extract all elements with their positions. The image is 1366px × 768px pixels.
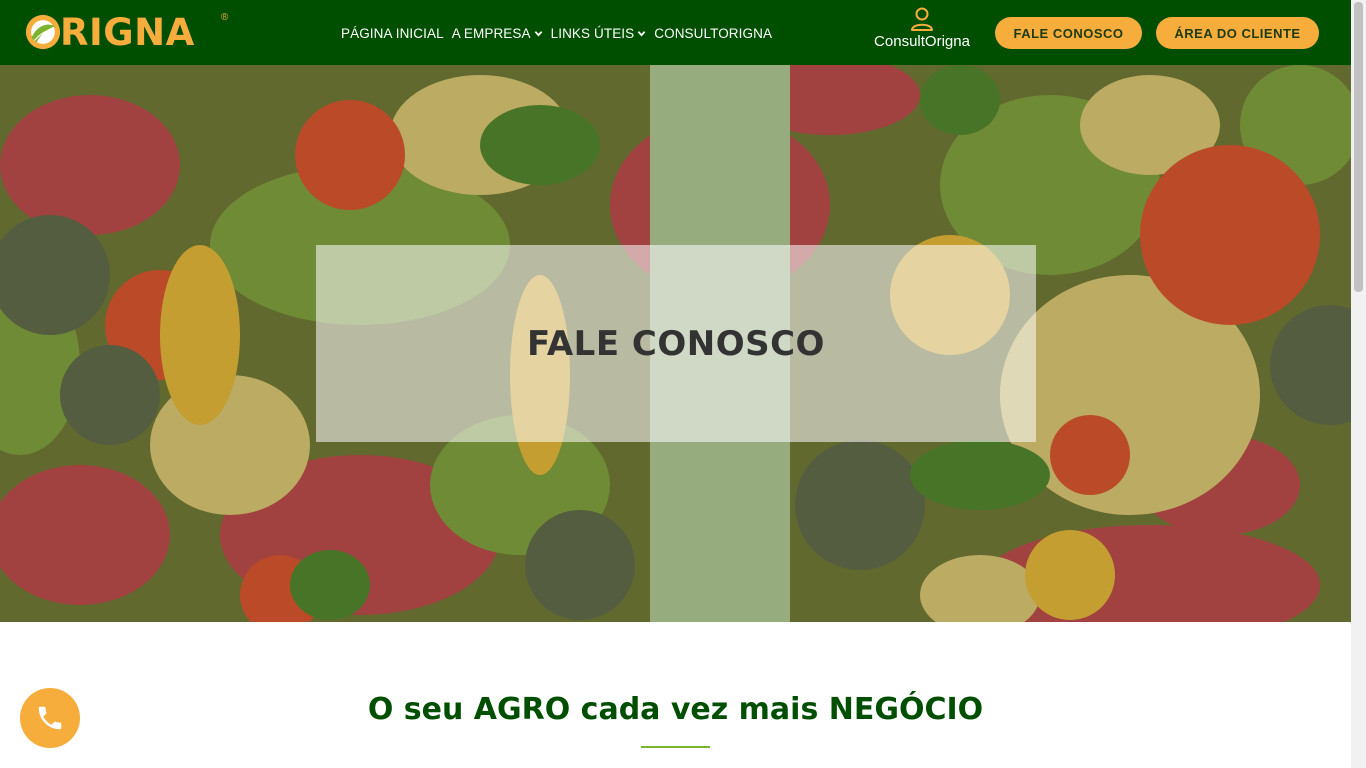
consultorigna-label: ConsultOrigna bbox=[874, 33, 970, 50]
hero-title-box: FALE CONOSCO bbox=[316, 245, 1036, 442]
nav-item-label: CONSULTORIGNA bbox=[654, 25, 773, 41]
nav-item-links-uteis[interactable]: LINKS ÚTEIS bbox=[551, 26, 647, 41]
nav-item-consultorigna[interactable]: CONSULTORIGNA bbox=[654, 26, 772, 41]
site-header: RIGNA ® PÁGINA INICIAL A EMPRESA LINKS Ú… bbox=[0, 0, 1351, 65]
page: RIGNA ® PÁGINA INICIAL A EMPRESA LINKS Ú… bbox=[0, 0, 1351, 768]
scrollbar-thumb[interactable] bbox=[1354, 2, 1363, 292]
nav-item-a-empresa[interactable]: A EMPRESA bbox=[452, 26, 543, 41]
fale-conosco-button[interactable]: FALE CONOSCO bbox=[995, 17, 1142, 49]
hero-banner: FALE CONOSCO bbox=[0, 65, 1351, 622]
logo-registered-mark: ® bbox=[221, 12, 229, 23]
nav-item-label: PÁGINA INICIAL bbox=[341, 25, 444, 41]
section-divider bbox=[641, 746, 710, 748]
main-nav: PÁGINA INICIAL A EMPRESA LINKS ÚTEIS CON… bbox=[341, 24, 780, 42]
user-icon bbox=[911, 7, 933, 31]
nav-item-label: LINKS ÚTEIS bbox=[550, 25, 635, 41]
section-title: O seu AGRO cada vez mais NEGÓCIO bbox=[367, 692, 984, 727]
nav-item-pagina-inicial[interactable]: PÁGINA INICIAL bbox=[341, 26, 444, 41]
phone-icon bbox=[38, 706, 62, 730]
site-logo[interactable]: RIGNA ® bbox=[24, 10, 228, 54]
hero-title: FALE CONOSCO bbox=[527, 323, 825, 364]
page-scrollbar[interactable] bbox=[1351, 0, 1366, 768]
chevron-down-icon bbox=[534, 30, 542, 36]
phone-call-button[interactable] bbox=[20, 688, 80, 748]
logo-wordmark: RIGNA bbox=[60, 10, 195, 54]
consultorigna-link[interactable]: ConsultOrigna bbox=[866, 6, 978, 52]
nav-item-label: A EMPRESA bbox=[451, 25, 531, 41]
sun-leaf-logo-icon bbox=[25, 14, 61, 50]
chevron-down-icon bbox=[637, 30, 646, 36]
area-do-cliente-button[interactable]: ÁREA DO CLIENTE bbox=[1156, 17, 1319, 49]
